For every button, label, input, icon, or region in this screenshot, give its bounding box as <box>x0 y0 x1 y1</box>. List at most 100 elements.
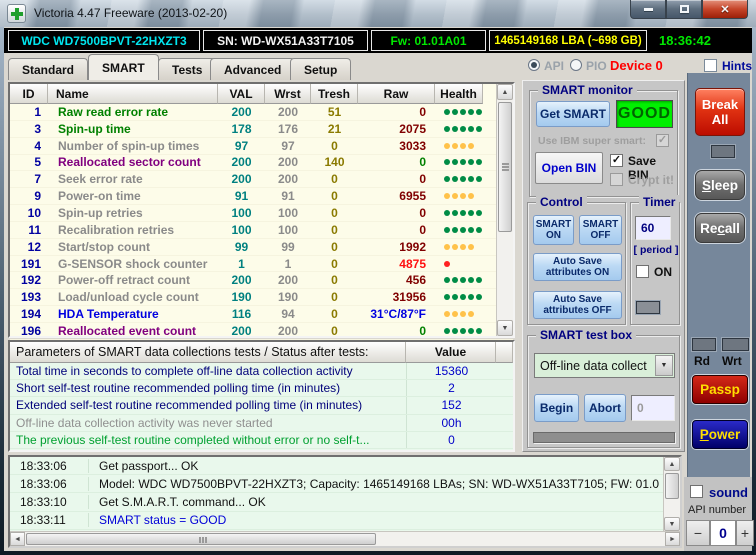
smart-attribute-row[interactable]: 192 Power-off retract count 200 200 0 456 <box>10 272 513 290</box>
api-radio[interactable] <box>528 59 540 71</box>
api-number-value: 0 <box>710 520 736 546</box>
attr-name: Reallocated sector count <box>58 155 201 170</box>
begin-test-button[interactable]: Begin <box>534 394 579 422</box>
log-entry[interactable]: 18:33:11 SMART status = GOOD <box>10 512 680 530</box>
attr-health-dots <box>435 205 500 221</box>
open-bin-button[interactable]: Open BIN <box>535 152 603 184</box>
pio-radio[interactable] <box>570 59 582 71</box>
smart-attribute-row[interactable]: 5 Reallocated sector count 200 200 140 0 <box>10 155 513 172</box>
tab-tests[interactable]: Tests <box>158 58 217 80</box>
victoria-window: Victoria 4.47 Freeware (2013-02-20) ✕ WD… <box>0 0 756 555</box>
smart-attribute-row[interactable]: 7 Seek error rate 200 200 0 0 <box>10 171 513 189</box>
header-tresh[interactable]: Tresh <box>311 84 358 104</box>
tab-standard[interactable]: Standard <box>8 58 89 80</box>
log-scroll-thumb[interactable] <box>665 473 679 499</box>
abort-test-button[interactable]: Abort <box>584 394 626 422</box>
get-smart-button[interactable]: Get SMART <box>536 101 610 127</box>
smart-attribute-row[interactable]: 1 Raw read error rate 200 200 51 0 <box>10 104 513 121</box>
attr-id: 193 <box>20 290 41 305</box>
sound-checkbox[interactable] <box>690 485 703 498</box>
recall-pre: Re <box>700 220 718 236</box>
attr-wrst: 200 <box>277 104 299 119</box>
autosave-off-button[interactable]: Auto Save attributes OFF <box>533 291 622 319</box>
header-health[interactable]: Health <box>435 84 483 104</box>
api-number-increment-button[interactable]: + <box>736 520 754 546</box>
attr-val: 190 <box>231 290 252 305</box>
attr-tresh: 0 <box>331 256 338 271</box>
ibm-smart-checkbox[interactable]: ✓ <box>656 134 669 147</box>
sleep-button[interactable]: Sleep <box>695 170 745 200</box>
crypt-checkbox[interactable] <box>610 173 623 186</box>
smart-attribute-row[interactable]: 12 Start/stop count 99 99 0 1992 <box>10 239 513 256</box>
smart-attribute-row[interactable]: 3 Spin-up time 178 176 21 2075 <box>10 121 513 138</box>
hints-checkbox[interactable] <box>704 59 717 72</box>
params-row[interactable]: The previous self-test routine completed… <box>10 431 513 449</box>
smart-table-scrollbar[interactable]: ▲ ▼ <box>496 84 513 336</box>
smart-attribute-row[interactable]: 193 Load/unload cycle count 190 190 0 31956 <box>10 289 513 307</box>
attr-health-dots <box>435 306 500 322</box>
sleep-rest: leep <box>711 177 739 193</box>
params-row[interactable]: Short self-test routine recommended poll… <box>10 380 513 398</box>
health-dot-icon <box>444 193 450 200</box>
log-vscrollbar[interactable]: ▲ ▼ <box>663 457 680 531</box>
log-entry[interactable]: 18:33:06 Model: WDC WD7500BPVT-22HXZT3; C… <box>10 475 680 494</box>
minimize-button[interactable] <box>630 0 666 19</box>
header-name[interactable]: Name <box>48 84 218 104</box>
attr-id: 194 <box>20 307 41 322</box>
header-wrst[interactable]: Wrst <box>265 84 311 104</box>
smart-off-button[interactable]: SMART OFF <box>579 215 622 245</box>
scroll-up-icon[interactable]: ▲ <box>497 84 513 100</box>
header-val[interactable]: VAL <box>218 84 265 104</box>
power-button[interactable]: Power <box>692 420 748 449</box>
smart-attribute-row[interactable]: 11 Recalibration retries 100 100 0 0 <box>10 222 513 239</box>
tab-smart[interactable]: SMART <box>88 54 159 80</box>
log-scroll-left-icon[interactable]: ◄ <box>10 532 25 546</box>
header-id[interactable]: ID <box>10 84 48 104</box>
log-scroll-down-icon[interactable]: ▼ <box>664 517 680 531</box>
window-title: Victoria 4.47 Freeware (2013-02-20) <box>34 6 228 20</box>
test-type-dropdown[interactable]: Off-line data collect ▼ <box>534 353 675 378</box>
timer-led-indicator <box>636 301 660 314</box>
smart-scroll-thumb[interactable] <box>498 102 512 232</box>
params-row[interactable]: Off-line data collection activity was ne… <box>10 414 513 432</box>
header-raw[interactable]: Raw <box>358 84 435 104</box>
smart-attribute-row[interactable]: 9 Power-on time 91 91 0 6955 <box>10 188 513 206</box>
log-scroll-up-icon[interactable]: ▲ <box>664 457 680 471</box>
break-all-button[interactable]: Break All <box>695 88 745 136</box>
chevron-down-icon[interactable]: ▼ <box>655 355 673 376</box>
tab-setup[interactable]: Setup <box>290 58 352 80</box>
smart-attribute-row[interactable]: 4 Number of spin-up times 97 97 0 3033 <box>10 138 513 155</box>
close-button[interactable]: ✕ <box>702 0 748 19</box>
log-hscrollbar[interactable]: ◄ ► <box>10 531 680 546</box>
scroll-down-icon[interactable]: ▼ <box>497 320 513 336</box>
smart-attribute-row[interactable]: 194 HDA Temperature 116 94 0 31°C/87°F <box>10 306 513 323</box>
log-hscroll-thumb[interactable] <box>26 533 376 545</box>
attr-wrst: 100 <box>277 222 299 237</box>
timer-on-checkbox[interactable] <box>636 265 649 278</box>
smart-attribute-row[interactable]: 191 G-SENSOR shock counter 1 1 0 4875 <box>10 256 513 273</box>
recall-button[interactable]: Re c all <box>695 213 745 243</box>
timer-period-input[interactable]: 60 <box>635 216 671 240</box>
test-counter-field[interactable]: 0 <box>631 395 675 421</box>
autosave-on-button[interactable]: Auto Save attributes ON <box>533 253 622 281</box>
log-entry[interactable]: 18:33:06 Get passport... OK <box>10 457 680 476</box>
attr-tresh: 0 <box>331 205 338 220</box>
param-label: Extended self-test routine recommended p… <box>16 398 363 413</box>
passp-button[interactable]: Passp <box>692 375 748 404</box>
maximize-button[interactable] <box>666 0 702 19</box>
health-dot-icon <box>452 193 458 200</box>
recall-underline: c <box>717 220 725 236</box>
drive-info-bar: WDC WD7500BPVT-22HXZT3 SN: WD-WX51A33T71… <box>4 28 752 53</box>
log-entry[interactable]: 18:33:10 Get S.M.A.R.T. command... OK <box>10 493 680 512</box>
smart-on-button[interactable]: SMART ON <box>533 215 574 245</box>
tab-advanced[interactable]: Advanced <box>210 58 296 80</box>
health-dot-icon <box>460 327 466 334</box>
params-row[interactable]: Extended self-test routine recommended p… <box>10 397 513 415</box>
api-number-decrement-button[interactable]: − <box>686 520 710 546</box>
params-row[interactable]: Total time in seconds to complete off-li… <box>10 363 513 381</box>
save-bin-checkbox[interactable]: ✓ <box>610 154 623 167</box>
smart-attribute-row[interactable]: 10 Spin-up retries 100 100 0 0 <box>10 205 513 222</box>
log-scroll-right-icon[interactable]: ► <box>665 532 680 546</box>
smart-attribute-row[interactable]: 196 Reallocated event count 200 200 0 0 <box>10 323 513 340</box>
title-bar[interactable]: Victoria 4.47 Freeware (2013-02-20) ✕ <box>0 0 756 27</box>
